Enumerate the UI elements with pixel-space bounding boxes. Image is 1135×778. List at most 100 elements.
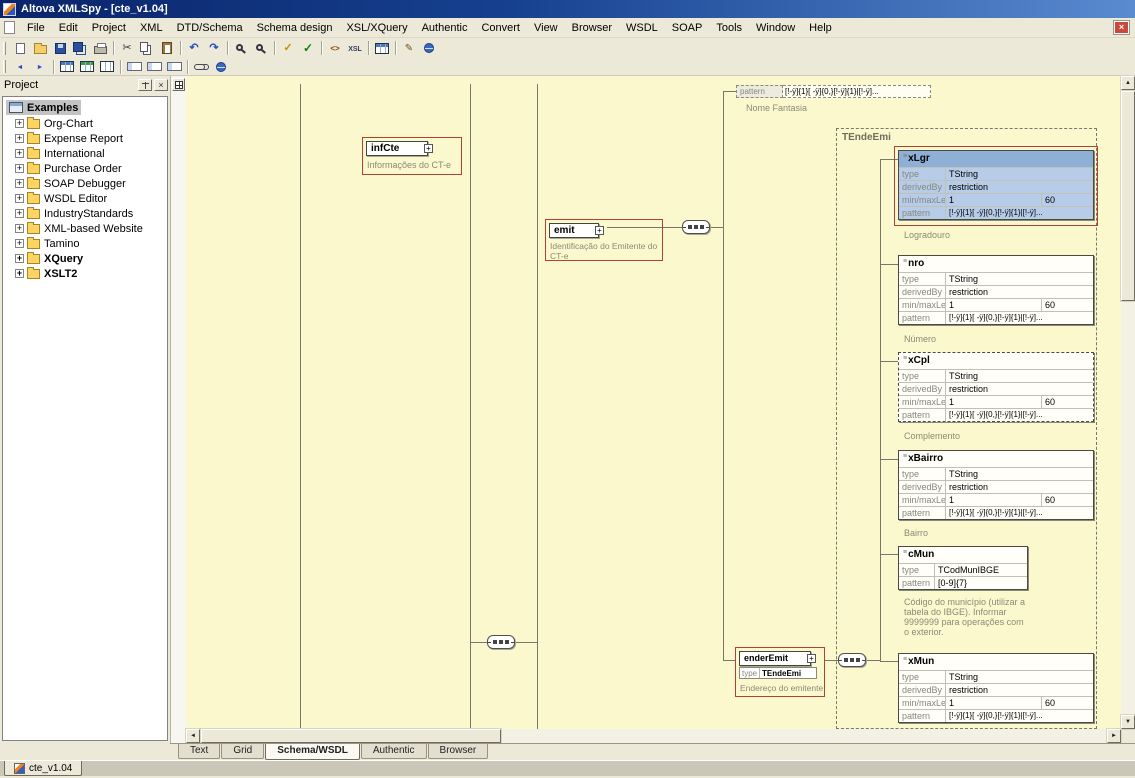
enderemit-type-row[interactable]: type TEndeEmi (739, 667, 817, 679)
menu-item-xml[interactable]: XML (133, 20, 170, 36)
element-display-2-button[interactable] (144, 58, 164, 75)
menu-item-project[interactable]: Project (85, 20, 133, 36)
panel-close-button[interactable] (154, 79, 168, 91)
undo-button[interactable] (184, 40, 204, 57)
element-table-nro[interactable]: nro typeTString derivedByrestriction min… (898, 255, 1094, 325)
toolbar-grip[interactable] (3, 42, 6, 55)
schema-design-canvas[interactable]: infCte Informações do CT-e emit Identifi… (186, 76, 1121, 729)
menu-item-authentic[interactable]: Authentic (415, 20, 475, 36)
expand-icon[interactable] (15, 179, 24, 188)
document-close-button[interactable] (1114, 21, 1129, 34)
xsl-transform-button[interactable] (345, 40, 365, 57)
browser-view-button[interactable] (419, 40, 439, 57)
print-button[interactable] (90, 40, 110, 57)
tree-item-international[interactable]: International (3, 146, 167, 161)
element-display-3-button[interactable] (164, 58, 184, 75)
tab-text[interactable]: Text (178, 744, 220, 759)
new-file-button[interactable] (10, 40, 30, 57)
table-green-button[interactable] (77, 58, 97, 75)
menu-item-tools[interactable]: Tools (709, 20, 749, 36)
menu-item-edit[interactable]: Edit (52, 20, 85, 36)
xml-tag-button[interactable] (325, 40, 345, 57)
nav-right-button[interactable] (30, 58, 50, 75)
tree-root-examples[interactable]: Examples (6, 100, 81, 115)
tab-schema-wsdl[interactable]: Schema/WSDL (265, 744, 360, 760)
expand-icon[interactable] (15, 194, 24, 203)
tree-item-soap-debugger[interactable]: SOAP Debugger (3, 176, 167, 191)
menu-item-browser[interactable]: Browser (565, 20, 619, 36)
nav-left-button[interactable] (10, 58, 30, 75)
element-table-cmun[interactable]: cMun typeTCodMunIBGE pattern[0-9]{7} (898, 546, 1028, 590)
authentic-edit-button[interactable] (399, 40, 419, 57)
menu-item-view[interactable]: View (527, 20, 565, 36)
validate-button[interactable] (298, 40, 318, 57)
autohide-pin-button[interactable] (138, 79, 152, 91)
expand-icon[interactable] (15, 119, 24, 128)
tree-item-xslt2[interactable]: XSLT2 (3, 266, 167, 281)
tree-item-purchase-order[interactable]: Purchase Order (3, 161, 167, 176)
menu-item-soap[interactable]: SOAP (665, 20, 710, 36)
copy-button[interactable] (137, 40, 157, 57)
expand-handle-icon[interactable] (595, 226, 604, 235)
menu-item-schema-design[interactable]: Schema design (250, 20, 340, 36)
menu-item-xsl-xquery[interactable]: XSL/XQuery (339, 20, 414, 36)
toolbar-grip[interactable] (3, 60, 6, 73)
file-tab-cte-v1-04[interactable]: cte_v1.04 (4, 761, 82, 776)
element-table-xmun[interactable]: xMun typeTString derivedByrestriction mi… (898, 653, 1094, 723)
find-next-button[interactable] (251, 40, 271, 57)
save-all-button[interactable] (70, 40, 90, 57)
menu-item-dtd-schema[interactable]: DTD/Schema (170, 20, 250, 36)
scroll-up-button[interactable] (1121, 76, 1135, 90)
element-enderemit[interactable]: enderEmit (739, 651, 811, 666)
horizontal-scrollbar[interactable] (186, 729, 1121, 743)
expand-icon[interactable] (15, 209, 24, 218)
element-infcte[interactable]: infCte (366, 141, 428, 156)
paste-button[interactable] (157, 40, 177, 57)
tree-item-industrystandards[interactable]: IndustryStandards (3, 206, 167, 221)
tab-browser[interactable]: Browser (428, 744, 489, 759)
open-button[interactable] (30, 40, 50, 57)
vertical-scroll-thumb[interactable] (1121, 91, 1135, 301)
menu-item-wsdl[interactable]: WSDL (619, 20, 665, 36)
find-button[interactable] (231, 40, 251, 57)
element-table-xlgr[interactable]: xLgr typeTString derivedByrestriction mi… (898, 150, 1094, 220)
save-button[interactable] (50, 40, 70, 57)
pattern-facet-value[interactable]: [!-ÿ]{1}[ -ÿ]{0,}[!-ÿ]{1}|[!-ÿ]... (783, 85, 931, 98)
tree-item-wsdl-editor[interactable]: WSDL Editor (3, 191, 167, 206)
tab-authentic[interactable]: Authentic (361, 744, 427, 759)
sequence-compositor-icon[interactable] (487, 635, 515, 649)
redo-button[interactable] (204, 40, 224, 57)
expand-icon[interactable] (15, 149, 24, 158)
cut-button[interactable] (117, 40, 137, 57)
scroll-down-button[interactable] (1121, 715, 1135, 729)
element-display-button[interactable] (124, 58, 144, 75)
element-table-xcpl[interactable]: xCpl typeTString derivedByrestriction mi… (898, 352, 1094, 422)
scroll-left-button[interactable] (186, 729, 200, 743)
horizontal-scroll-thumb[interactable] (201, 729, 501, 743)
menu-item-help[interactable]: Help (802, 20, 839, 36)
menu-item-window[interactable]: Window (749, 20, 802, 36)
display-diagram-button[interactable] (172, 78, 185, 91)
table-plain-button[interactable] (97, 58, 117, 75)
tree-item-xquery[interactable]: XQuery (3, 251, 167, 266)
menu-item-convert[interactable]: Convert (474, 20, 527, 36)
tree-item-expense-report[interactable]: Expense Report (3, 131, 167, 146)
element-table-xbairro[interactable]: xBairro typeTString derivedByrestriction… (898, 450, 1094, 520)
sequence-compositor-icon[interactable] (682, 220, 710, 234)
expand-handle-icon[interactable] (424, 144, 433, 153)
expand-icon[interactable] (15, 164, 24, 173)
globe-view-button[interactable] (211, 58, 231, 75)
expand-icon[interactable] (15, 134, 24, 143)
menu-item-file[interactable]: File (20, 20, 52, 36)
scroll-right-button[interactable] (1107, 729, 1121, 743)
expand-icon[interactable] (15, 254, 24, 263)
tree-item-xml-based-website[interactable]: XML-based Website (3, 221, 167, 236)
document-icon[interactable] (4, 21, 15, 34)
expand-icon[interactable] (15, 224, 24, 233)
project-tree[interactable]: Examples Org-Chart Expense Report Intern… (2, 96, 168, 741)
tree-item-org-chart[interactable]: Org-Chart (3, 116, 167, 131)
table-blue-button[interactable] (57, 58, 77, 75)
link-schema-button[interactable] (191, 58, 211, 75)
expand-handle-icon[interactable] (807, 654, 816, 663)
expand-icon[interactable] (15, 239, 24, 248)
